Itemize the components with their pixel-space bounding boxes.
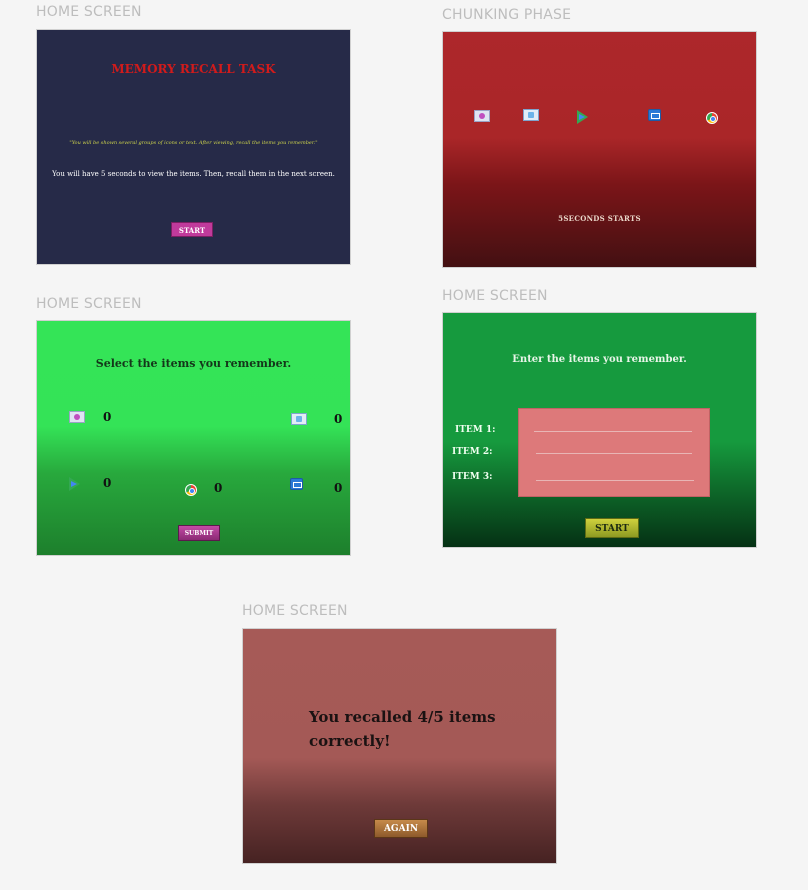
home-screen-intro: MEMORY RECALL TASK "You will be shown se… — [36, 29, 351, 265]
chrome-icon[interactable] — [185, 484, 197, 496]
timer-text: 5SECONDS STARTS — [558, 214, 641, 223]
item-3-input[interactable] — [536, 480, 694, 481]
contact-app-icon — [523, 109, 539, 121]
task-note: You will have 5 seconds to view the item… — [52, 170, 335, 178]
enter-items-screen: Enter the items you remember. ITEM 1: IT… — [442, 312, 757, 548]
screen3-label: HOME SCREEN — [36, 296, 142, 312]
contact-count[interactable]: 0 — [334, 412, 342, 426]
photo-app-icon — [474, 110, 490, 122]
item-2-label: ITEM 2: — [452, 447, 493, 457]
play-store-icon[interactable] — [68, 477, 82, 491]
play-store-icon — [576, 110, 590, 124]
result-message: You recalled 4/5 items correctly! — [309, 708, 496, 750]
again-button[interactable]: AGAIN — [374, 819, 428, 838]
select-prompt: Select the items you remember. — [95, 357, 292, 370]
screen2-label: CHUNKING PHASE — [442, 7, 572, 23]
submit-button[interactable]: SUBMIT — [178, 525, 220, 541]
photo-count[interactable]: 0 — [103, 410, 111, 424]
chrome-icon — [706, 112, 718, 124]
mail-icon — [648, 109, 661, 121]
screen5-label: HOME SCREEN — [242, 603, 348, 619]
screen1-label: HOME SCREEN — [36, 4, 142, 20]
items-input-box[interactable] — [518, 408, 710, 497]
enter-prompt: Enter the items you remember. — [512, 354, 687, 365]
screen4-label: HOME SCREEN — [442, 288, 548, 304]
result-screen: You recalled 4/5 items correctly! AGAIN — [242, 628, 557, 864]
select-items-screen: Select the items you remember. 0 0 0 0 0… — [36, 320, 351, 556]
contact-app-icon[interactable] — [291, 413, 307, 425]
mail-icon[interactable] — [290, 478, 303, 490]
start-button[interactable]: START — [585, 518, 639, 538]
chunking-phase-screen: 5SECONDS STARTS — [442, 31, 757, 268]
item-3-label: ITEM 3: — [452, 472, 493, 482]
chrome-count[interactable]: 0 — [214, 481, 222, 495]
item-2-input[interactable] — [536, 453, 692, 454]
play-store-count[interactable]: 0 — [103, 476, 111, 490]
mail-count[interactable]: 0 — [334, 481, 342, 495]
item-1-input[interactable] — [534, 431, 692, 432]
start-button[interactable]: START — [171, 222, 213, 237]
item-1-label: ITEM 1: — [455, 425, 496, 435]
photo-app-icon[interactable] — [69, 411, 85, 423]
task-title: MEMORY RECALL TASK — [111, 62, 276, 76]
task-description: "You will be shown several groups of ico… — [69, 140, 318, 146]
